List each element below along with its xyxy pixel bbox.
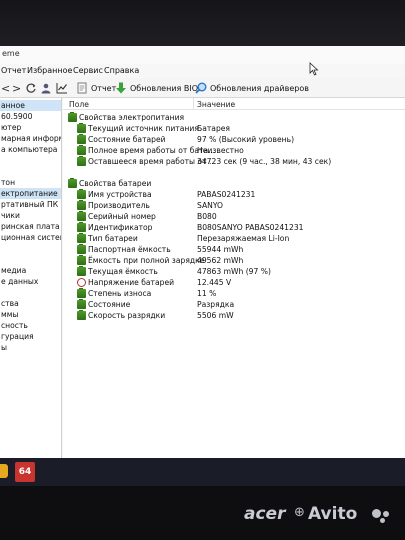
aida64-taskbar-icon[interactable]: 64 (15, 462, 35, 482)
tree-item[interactable]: ы (0, 342, 61, 353)
group-header-battery[interactable]: Свойства батареи (63, 178, 405, 189)
table-row[interactable]: Напряжение батарей 12.445 V (63, 277, 405, 288)
table-row[interactable]: Состояние Разрядка (63, 299, 405, 310)
window-title: eme (2, 49, 20, 58)
battery-icon (77, 244, 86, 254)
menu-help[interactable]: Справка (104, 66, 139, 75)
battery-icon (77, 134, 86, 144)
column-header: Поле Значение (63, 98, 405, 110)
battery-icon (77, 266, 86, 276)
tree-item[interactable]: марная информа (0, 133, 61, 144)
battery-icon (77, 123, 86, 133)
tree-item[interactable]: ционная система (0, 232, 61, 243)
table-row[interactable]: Ёмкость при полной зарядке 49562 mWh (63, 255, 405, 266)
tree-item[interactable] (0, 166, 61, 177)
menu-report[interactable]: Отчет (1, 66, 26, 75)
table-row[interactable]: Серийный номер B080 (63, 211, 405, 222)
taskbar: 64 (0, 458, 405, 486)
battery-icon (68, 112, 77, 122)
tree-item[interactable]: ства (0, 298, 61, 309)
group-title: Свойства батареи (79, 179, 152, 188)
table-row[interactable]: Тип батареи Перезаряжаемая Li-Ion (63, 233, 405, 244)
table-row[interactable]: Имя устройства PABAS0241231 (63, 189, 405, 200)
acer-logo: acer (244, 504, 286, 524)
battery-icon (77, 145, 86, 155)
tree-item[interactable] (0, 254, 61, 265)
battery-icon (77, 233, 86, 243)
bios-updates-label: Обновления BIOS (130, 83, 204, 93)
tree-item[interactable]: а компьютера (0, 144, 61, 155)
tree-item[interactable] (0, 243, 61, 254)
avito-dots-icon (358, 509, 389, 523)
battery-icon (77, 288, 86, 298)
download-arrow-icon (116, 82, 126, 94)
table-row[interactable]: Текущая ёмкость 47863 mWh (97 %) (63, 266, 405, 277)
refresh-icon[interactable] (25, 81, 40, 95)
tree-item[interactable]: чики (0, 210, 61, 221)
driver-updates-label: Обновления драйверов (210, 83, 309, 93)
battery-icon (77, 189, 86, 199)
voltage-icon (77, 278, 86, 287)
battery-icon (77, 310, 86, 320)
user-icon[interactable] (40, 81, 55, 95)
column-field[interactable]: Поле (69, 100, 89, 109)
menu-bar: Отчет Избранное Сервис Справка (0, 64, 405, 78)
document-icon (77, 82, 87, 94)
tree-item[interactable]: е данных (0, 276, 61, 287)
device-tree: анное 60.5900 ютер марная информа а комп… (0, 98, 62, 458)
taskbar-app-icon[interactable] (0, 464, 8, 478)
battery-icon (77, 255, 86, 265)
forward-arrow-icon[interactable]: > (12, 81, 21, 95)
column-value[interactable]: Значение (197, 100, 235, 109)
tree-item[interactable]: анное (0, 100, 61, 111)
back-arrow-icon[interactable]: < (1, 81, 10, 95)
bios-updates-button[interactable]: Обновления BIOS (115, 81, 203, 95)
tree-item[interactable]: гурация (0, 331, 61, 342)
table-row[interactable]: Паспортная ёмкость 55944 mWh (63, 244, 405, 255)
table-row[interactable]: Производитель SANYO (63, 200, 405, 211)
tree-item[interactable]: ммы (0, 309, 61, 320)
table-row[interactable]: Оставшееся время работы от ... 34723 сек… (63, 156, 405, 167)
battery-icon (68, 178, 77, 188)
tree-item[interactable] (0, 287, 61, 298)
menu-service[interactable]: Сервис (73, 66, 103, 75)
report-button[interactable]: Отчет (76, 81, 116, 95)
table-row[interactable]: Текущий источник питания Батарея (63, 123, 405, 134)
laptop-bezel-top (0, 0, 405, 46)
title-bar: eme (0, 46, 405, 64)
tree-item[interactable]: 60.5900 (0, 111, 61, 122)
table-row[interactable]: Идентификатор B080SANYO PABAS0241231 (63, 222, 405, 233)
report-button-label: Отчет (91, 83, 117, 93)
screen: eme Отчет Избранное Сервис Справка < > О… (0, 46, 405, 458)
battery-icon (77, 200, 86, 210)
tree-item[interactable]: ртативный ПК (0, 199, 61, 210)
chart-icon[interactable] (56, 81, 71, 95)
table-row[interactable]: Полное время работы от бата... Неизвестн… (63, 145, 405, 156)
group-header-power[interactable]: Свойства электропитания (63, 112, 405, 123)
tree-item-power[interactable]: ектропитание (0, 188, 61, 199)
tree-item[interactable]: сность (0, 320, 61, 331)
table-row[interactable]: Скорость разрядки 5506 mW (63, 310, 405, 321)
tree-item[interactable]: ютер (0, 122, 61, 133)
battery-icon (77, 299, 86, 309)
battery-icon (77, 156, 86, 166)
mouse-cursor-icon (309, 62, 319, 76)
battery-icon (77, 211, 86, 221)
table-row[interactable]: Степень износа 11 % (63, 288, 405, 299)
toolbar: < > Отчет Обновления BIOS Обновления дра… (0, 78, 405, 98)
tree-item[interactable] (0, 155, 61, 166)
driver-updates-button[interactable]: Обновления драйверов (195, 81, 309, 95)
magnifier-icon (195, 82, 207, 94)
tree-item[interactable]: медиа (0, 265, 61, 276)
group-title: Свойства электропитания (79, 113, 185, 122)
table-row[interactable]: Состояние батарей 97 % (Высокий уровень) (63, 134, 405, 145)
tree-item[interactable]: ринская плата (0, 221, 61, 232)
details-pane: Поле Значение Свойства электропитания Те… (63, 98, 405, 458)
avito-watermark: Avito (308, 504, 358, 524)
watermark-plus-icon: ⊕ (294, 505, 305, 520)
tree-item[interactable]: тон (0, 177, 61, 188)
menu-favorites[interactable]: Избранное (27, 66, 72, 75)
battery-icon (77, 222, 86, 232)
